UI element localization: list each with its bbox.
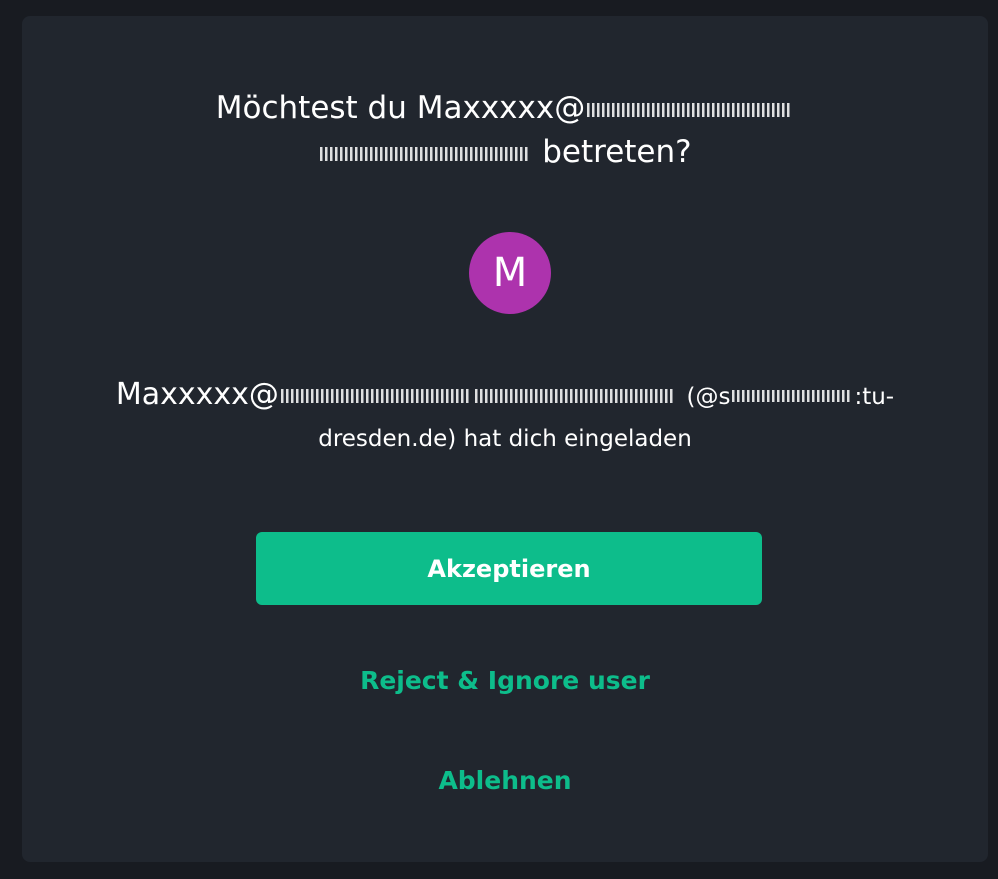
inviter-id-suffix: :tu- [854, 384, 895, 410]
inviter-name-line: Maxxxxx@ (@s :tu- [22, 372, 988, 420]
accept-button[interactable]: Akzeptieren [256, 532, 762, 605]
reject-ignore-user-button[interactable]: Reject & Ignore user [22, 666, 988, 695]
redacted-inviter-host [280, 388, 471, 403]
invite-title-suffix: betreten? [542, 134, 692, 170]
invite-title-line-2: betreten? [22, 130, 988, 174]
redacted-room-domain [320, 146, 531, 161]
room-invite-dialog: Möchtest du Maxxxxx@ betreten? M Maxxxxx… [22, 16, 988, 862]
redacted-inviter-domain [474, 388, 675, 403]
invite-title: Möchtest du Maxxxxx@ betreten? [22, 86, 988, 174]
redacted-room-name [587, 102, 793, 117]
invite-title-prefix: Möchtest du Maxxxxx@ [215, 90, 586, 126]
inviter-invite-text: dresden.de) hat dich eingeladen [318, 426, 692, 452]
inviter-name: Maxxxxx@ [115, 377, 279, 412]
avatar-initial: M [492, 250, 528, 296]
inviter-avatar: M [469, 232, 551, 314]
invite-title-line-1: Möchtest du Maxxxxx@ [22, 86, 988, 130]
window-frame: Möchtest du Maxxxxx@ betreten? M Maxxxxx… [0, 0, 998, 879]
decline-button[interactable]: Ablehnen [22, 766, 988, 795]
redacted-inviter-id [732, 389, 853, 402]
inviter-id-prefix: (@s [686, 384, 731, 410]
inviter-info: Maxxxxx@ (@s :tu- dresden.de) hat dich ei… [22, 372, 988, 458]
